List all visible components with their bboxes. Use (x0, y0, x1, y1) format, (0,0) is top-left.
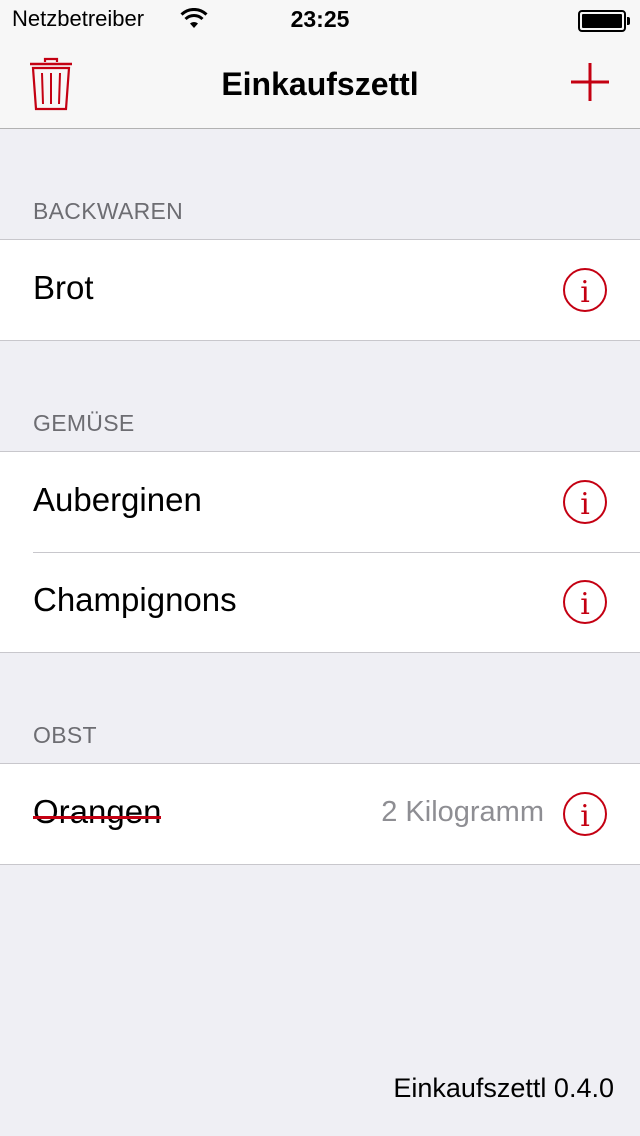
section-group-obst: Orangen 2 Kilogramm i (0, 763, 640, 865)
page-title: Einkaufszettl (221, 66, 419, 102)
list-item[interactable]: Orangen 2 Kilogramm i (0, 764, 640, 864)
strikethrough-line (33, 816, 162, 819)
section-group-gemuese: Auberginen i Champignons i (0, 451, 640, 653)
info-icon[interactable]: i (562, 791, 608, 837)
svg-text:i: i (580, 799, 590, 834)
section-header-obst: OBST (33, 722, 97, 748)
info-icon[interactable]: i (562, 479, 608, 525)
item-name: Champignons (33, 581, 237, 618)
status-bar: Netzbetreiber 23:25 (0, 0, 640, 40)
item-quantity: 2 Kilogramm (381, 796, 544, 828)
plus-icon[interactable] (568, 60, 612, 104)
svg-text:i: i (580, 487, 590, 522)
section-header-backwaren: BACKWAREN (33, 198, 184, 224)
list-item[interactable]: Auberginen i (0, 452, 640, 552)
section-header-gemuese: GEMÜSE (33, 410, 135, 436)
info-icon[interactable]: i (562, 579, 608, 625)
navigation-bar: Einkaufszettl (0, 40, 640, 129)
battery-icon (578, 10, 630, 32)
info-icon[interactable]: i (562, 267, 608, 313)
status-time: 23:25 (290, 6, 350, 32)
section-group-backwaren: Brot i (0, 239, 640, 341)
item-name: Orangen (33, 793, 162, 830)
svg-text:i: i (580, 275, 590, 310)
item-name: Auberginen (33, 481, 202, 518)
version-label: Einkaufszettl 0.4.0 (393, 1073, 614, 1103)
list-item[interactable]: Champignons i (0, 552, 640, 652)
list-item[interactable]: Brot i (0, 240, 640, 340)
svg-text:i: i (580, 587, 590, 622)
item-name: Brot (33, 269, 94, 306)
item-name-struck: Orangen (33, 793, 162, 831)
